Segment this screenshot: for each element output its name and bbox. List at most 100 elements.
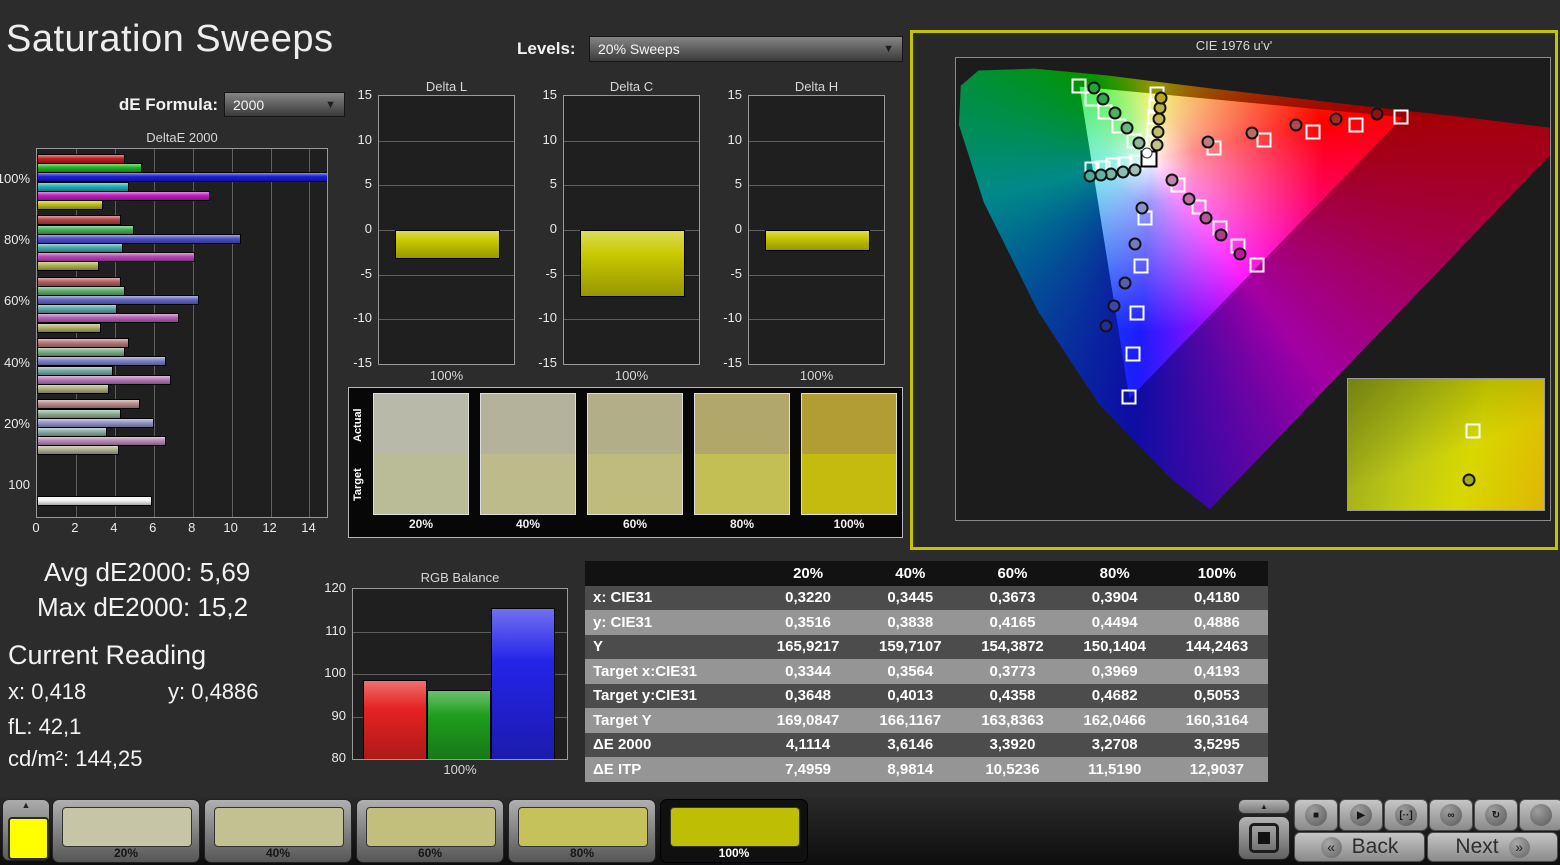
inset-measured-marker bbox=[1462, 473, 1476, 487]
magenta-measured-marker bbox=[1165, 173, 1179, 187]
table-cell: 166,1167 bbox=[859, 708, 962, 733]
next-button[interactable]: Next » bbox=[1427, 832, 1558, 862]
actual-swatch bbox=[802, 394, 896, 454]
table-cell: 0,3344 bbox=[757, 659, 860, 684]
axis-tick-label: 90 bbox=[331, 707, 346, 723]
stop-button[interactable]: ■ bbox=[1294, 799, 1338, 831]
levels-label: Levels: bbox=[517, 39, 576, 58]
axis-tick-label: 4 bbox=[110, 520, 118, 535]
de-formula-dropdown[interactable]: 2000 ▼ bbox=[224, 92, 345, 117]
swatch-column-label: 40% bbox=[515, 517, 541, 531]
target-swatch bbox=[374, 454, 468, 514]
axis-tick-label: 12 bbox=[262, 520, 277, 535]
levels-dropdown[interactable]: 20% Sweeps ▼ bbox=[589, 36, 903, 62]
table-cell: 3,5295 bbox=[1165, 732, 1268, 757]
inset-target-marker bbox=[1465, 423, 1481, 439]
axis-tick-label: 100 bbox=[324, 665, 346, 680]
green-measured-marker bbox=[1120, 121, 1134, 135]
gridline bbox=[309, 149, 311, 517]
table-header-cell: 40% bbox=[859, 561, 962, 586]
swatch-pair bbox=[801, 393, 897, 515]
panel-up-button[interactable]: ▲ bbox=[1238, 799, 1290, 814]
table-row-label: Y bbox=[585, 634, 757, 659]
bar bbox=[37, 496, 152, 507]
gridline bbox=[153, 149, 155, 517]
gridline bbox=[379, 185, 514, 187]
red-measured-marker bbox=[1245, 126, 1259, 140]
axis-tick-label: 0 bbox=[32, 520, 40, 535]
step-button[interactable]: [··] bbox=[1384, 799, 1428, 831]
cie-plot: 000,050,050,10,10,150,150,20,20,250,250,… bbox=[955, 57, 1551, 521]
delta_h-title: Delta H bbox=[794, 79, 839, 94]
swatch-pair bbox=[480, 393, 576, 515]
stop-frame-icon bbox=[1249, 823, 1279, 853]
axis-tick-label: 80 bbox=[331, 750, 346, 765]
axis-tick-label: 15 bbox=[727, 87, 742, 102]
deltae2000-title: DeltaE 2000 bbox=[146, 130, 218, 145]
table-cell: 0,4358 bbox=[961, 683, 1064, 708]
table-cell: 160,3164 bbox=[1165, 708, 1268, 733]
swatch-color bbox=[214, 807, 344, 847]
table-cell: 0,4180 bbox=[1165, 585, 1268, 610]
delta_h-xlabel: 100% bbox=[799, 368, 834, 383]
table-cell: 169,0847 bbox=[757, 708, 860, 733]
back-button[interactable]: « Back bbox=[1294, 832, 1425, 862]
table-cell: 163,8363 bbox=[961, 708, 1064, 733]
stop-measure-button[interactable] bbox=[1238, 816, 1290, 860]
saturation-swatch-button-80%[interactable]: 80% bbox=[508, 799, 656, 863]
saturation-swatch-button-20%[interactable]: 20% bbox=[52, 799, 200, 863]
deltae2000-xlabels: 0 2 4 6 8 10 12 14 bbox=[32, 520, 328, 536]
swatch-color bbox=[670, 807, 800, 847]
red-bar bbox=[363, 680, 427, 759]
blank-button[interactable] bbox=[1519, 799, 1560, 831]
axis-tick-label: 15 bbox=[357, 87, 372, 102]
red-measured-marker bbox=[1329, 112, 1343, 126]
saturation-swatch-button-60%[interactable]: 60% bbox=[356, 799, 504, 863]
delta_c-plot bbox=[563, 95, 700, 365]
gridline bbox=[749, 274, 884, 276]
chevron-down-icon: ▼ bbox=[883, 43, 894, 55]
table-cell: 3,3920 bbox=[961, 732, 1064, 757]
yellow-measured-marker bbox=[1152, 112, 1166, 126]
swatch-column: 40% bbox=[480, 393, 576, 531]
table-cell: 0,4193 bbox=[1165, 659, 1268, 684]
de-formula-value: 2000 bbox=[233, 96, 265, 113]
axis-tick-label: 0 bbox=[734, 221, 742, 236]
axis-tick-label: 120 bbox=[324, 580, 346, 595]
gridline bbox=[114, 149, 116, 517]
magenta-measured-marker bbox=[1199, 211, 1213, 225]
up-arrow-icon[interactable]: ▲ bbox=[3, 800, 49, 815]
axis-tick-label: -5 bbox=[730, 265, 742, 281]
deltae2000-ylabels: 100% 80% 60% 40% 20% 100 bbox=[0, 148, 33, 518]
actual-swatch bbox=[695, 394, 789, 454]
table-row-label: x: CIE31 bbox=[585, 585, 757, 610]
table-cell: 0,3773 bbox=[961, 659, 1064, 684]
axis-tick-label: 15 bbox=[542, 87, 557, 102]
bar bbox=[37, 384, 110, 394]
max-de2000: Max dE2000: 15,2 bbox=[37, 592, 249, 622]
saturation-swatch-button-40%[interactable]: 40% bbox=[204, 799, 352, 863]
axis-tick-label: 100 bbox=[8, 477, 30, 493]
green-measured-marker bbox=[1087, 81, 1101, 95]
delta_l-ylabels: 15 10 5 0 -5 -10 -15 bbox=[348, 87, 375, 370]
actual-swatch bbox=[588, 394, 682, 454]
table-row-label: ΔE 2000 bbox=[585, 732, 757, 757]
table-cell: 4,1114 bbox=[757, 732, 860, 757]
green-measured-marker bbox=[1096, 92, 1110, 106]
axis-tick-label: -5 bbox=[360, 265, 372, 281]
bar bbox=[37, 200, 104, 210]
swatch-column-label: 80% bbox=[729, 517, 755, 531]
table-cell: 159,7107 bbox=[859, 634, 962, 659]
continuous-button[interactable]: ∞ bbox=[1429, 799, 1473, 831]
gridline bbox=[270, 149, 272, 517]
play-button[interactable]: ▶ bbox=[1339, 799, 1383, 831]
swatch-column: 100% bbox=[801, 393, 897, 531]
red-target-marker bbox=[1393, 109, 1409, 125]
swatch-column: 80% bbox=[694, 393, 790, 531]
reading-fl: fL: 42,1 bbox=[8, 714, 82, 739]
blue-target-marker bbox=[1133, 258, 1149, 274]
table-cell: 3,2708 bbox=[1063, 732, 1166, 757]
saturation-swatch-button-100%[interactable]: 100% bbox=[660, 799, 808, 863]
refresh-button[interactable]: ↻ bbox=[1474, 799, 1518, 831]
levels-value: 20% Sweeps bbox=[598, 41, 680, 57]
